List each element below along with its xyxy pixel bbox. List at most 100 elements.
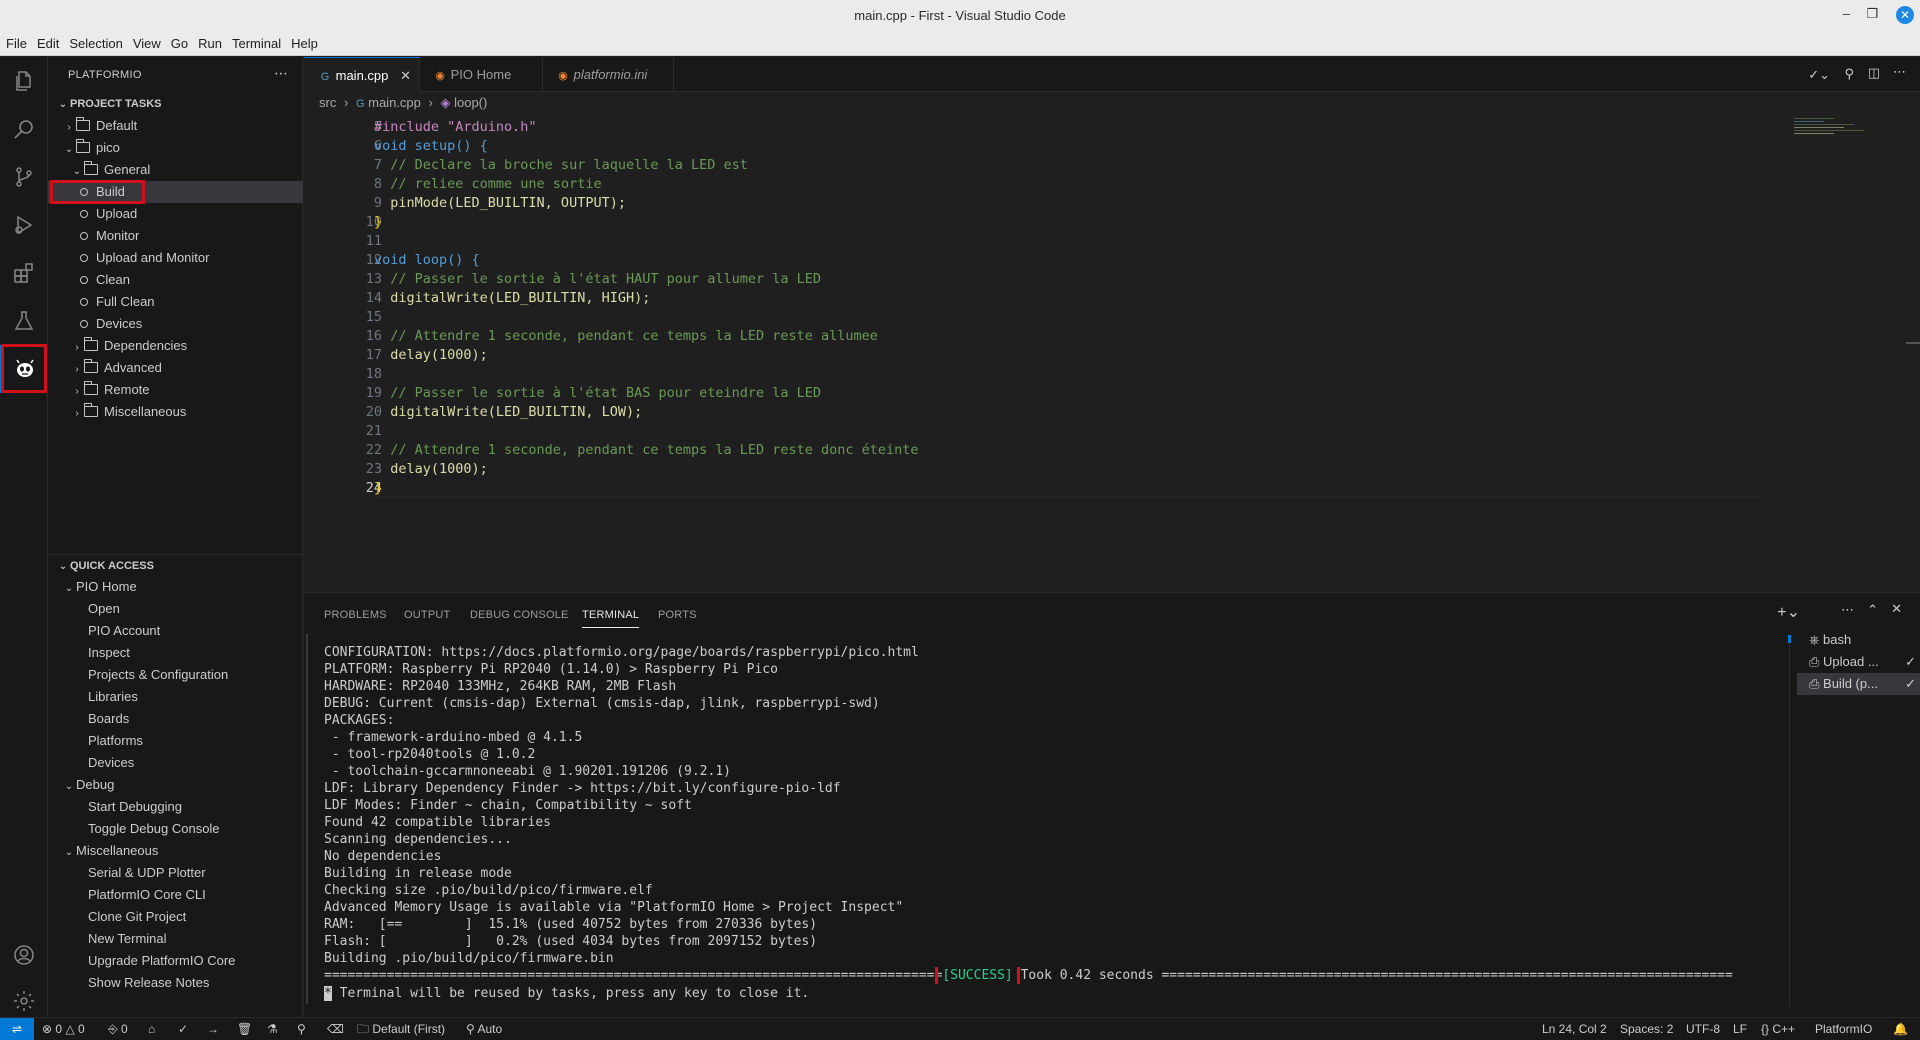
menu-edit[interactable]: Edit [31, 32, 63, 51]
editor-scrollbar[interactable] [1906, 342, 1920, 344]
minimap[interactable] [1794, 116, 1884, 156]
close-panel-icon[interactable]: ✕ [1891, 601, 1902, 617]
tree-item-upload-and-monitor[interactable]: Upload and Monitor [48, 247, 303, 269]
terminal-list-build[interactable]: ⎙ Build (p... ✓ [1797, 673, 1920, 695]
language-mode[interactable]: {} C++ [1761, 1018, 1795, 1040]
qa-boards[interactable]: Boards [48, 708, 303, 730]
qa-platformio-core-cli[interactable]: PlatformIO Core CLI [48, 884, 303, 906]
qa-serial-udp-plotter[interactable]: Serial & UDP Plotter [48, 862, 303, 884]
terminal-list-upload[interactable]: ⎙ Upload ... ✓ [1797, 651, 1920, 673]
restore-icon[interactable]: ❐ [1866, 6, 1878, 22]
terminal-icon: ⎙ [1809, 676, 1820, 691]
tree-item-advanced[interactable]: › Advanced [48, 357, 303, 379]
tree-item-monitor[interactable]: Monitor [48, 225, 303, 247]
qa-pio-home[interactable]: ⌄ PIO Home [48, 576, 303, 598]
qa-inspect[interactable]: Inspect [48, 642, 303, 664]
minimize-icon[interactable]: – [1843, 6, 1850, 21]
qa-new-terminal[interactable]: New Terminal [48, 928, 303, 950]
run-debug-icon[interactable] [0, 201, 48, 249]
account-icon[interactable] [0, 931, 48, 979]
code-editor[interactable]: 5 #include "Arduino.h" 6 void setup() { 7 … [304, 114, 1920, 592]
menu-selection[interactable]: Selection [63, 32, 126, 51]
pio-terminal-icon[interactable]: ⌫ [327, 1018, 344, 1040]
qa-devices[interactable]: Devices [48, 752, 303, 774]
split-editor-icon[interactable]: ◫ [1868, 65, 1880, 81]
problems-indicator[interactable]: ⊗ 0 △ 0 [42, 1018, 85, 1040]
tree-item-general[interactable]: ⌄ General [48, 159, 303, 181]
panel-more-icon[interactable]: ⋯ [1841, 602, 1854, 618]
qa-miscellaneous[interactable]: ⌄ Miscellaneous [48, 840, 303, 862]
tree-item-pico[interactable]: ⌄ pico [48, 137, 303, 159]
menu-help[interactable]: Help [285, 32, 322, 51]
pio-clean-trash-icon[interactable]: 🗑 [237, 1018, 252, 1040]
line-number: 14 [365, 290, 382, 306]
check-dropdown-icon[interactable]: ✓⌄ [1808, 67, 1830, 83]
pio-upload-arrow-icon[interactable]: → [207, 1018, 219, 1040]
platformio-status[interactable]: PlatformIO [1815, 1018, 1872, 1040]
pio-build-check-icon[interactable]: ✓ [178, 1018, 188, 1040]
menu-go[interactable]: Go [165, 32, 192, 51]
qa-toggle-debug-console[interactable]: Toggle Debug Console [48, 818, 303, 840]
qa-show-release-notes[interactable]: Show Release Notes [48, 972, 303, 994]
tree-item-clean[interactable]: Clean [48, 269, 303, 291]
ports-indicator[interactable]: ⎆ 0 [108, 1018, 128, 1040]
panel-tab-output[interactable]: OUTPUT [404, 609, 450, 621]
tree-item-dependencies[interactable]: › Dependencies [48, 335, 303, 357]
extensions-icon[interactable] [0, 249, 48, 297]
explorer-icon[interactable] [0, 57, 48, 105]
tree-item-devices[interactable]: Devices [48, 313, 303, 335]
more-actions-icon[interactable]: ⋯ [274, 65, 288, 82]
qa-clone-git-project[interactable]: Clone Git Project [48, 906, 303, 928]
pio-env-selector[interactable]: 🗀 Default (First) [357, 1018, 445, 1040]
qa-platforms[interactable]: Platforms [48, 730, 303, 752]
qa-projects-configuration[interactable]: Projects & Configuration [48, 664, 303, 686]
pio-home-icon[interactable]: ⌂ [148, 1018, 155, 1040]
tab-pio-home[interactable]: ◉ PIO Home [421, 57, 543, 92]
search-icon[interactable] [0, 105, 48, 153]
breadcrumb-main-cpp[interactable]: main.cpp [368, 95, 421, 110]
editor-more-icon[interactable]: ⋯ [1893, 64, 1906, 80]
encoding[interactable]: UTF-8 [1686, 1018, 1720, 1040]
panel-tab-debug-console[interactable]: DEBUG CONSOLE [470, 609, 569, 621]
tree-item-default[interactable]: › Default [48, 115, 303, 137]
testing-flask-icon[interactable] [0, 297, 48, 345]
source-control-icon[interactable] [0, 153, 48, 201]
menu-terminal[interactable]: Terminal [226, 32, 285, 51]
notifications-bell-icon[interactable]: 🔔 [1893, 1018, 1908, 1040]
cursor-position[interactable]: Ln 24, Col 2 [1542, 1018, 1607, 1040]
pio-serial-monitor-plug-icon[interactable]: ⚲ [297, 1018, 306, 1040]
tree-item-upload[interactable]: Upload [48, 203, 303, 225]
end-of-line[interactable]: LF [1733, 1018, 1747, 1040]
qa-open[interactable]: Open [48, 598, 303, 620]
tab-main-cpp[interactable]: G main.cpp ✕ [304, 57, 420, 92]
qa-upgrade-platformio-core[interactable]: Upgrade PlatformIO Core [48, 950, 303, 972]
tree-item-miscellaneous[interactable]: › Miscellaneous [48, 401, 303, 423]
close-tab-icon[interactable]: ✕ [400, 58, 411, 93]
tree-item-full-clean[interactable]: Full Clean [48, 291, 303, 313]
section-quick-access[interactable]: ⌄ QUICK ACCESS [48, 554, 303, 576]
pio-port-auto[interactable]: ⚲ Auto [466, 1018, 502, 1040]
maximize-panel-icon[interactable]: ⌃ [1867, 602, 1878, 618]
remote-indicator-icon[interactable]: ⇌ [0, 1018, 34, 1040]
terminal-list-bash[interactable]: ⎈ bash [1797, 629, 1920, 651]
qa-pio-account[interactable]: PIO Account [48, 620, 303, 642]
pin-icon[interactable]: ⚲ [1844, 66, 1854, 82]
tree-item-remote[interactable]: › Remote [48, 379, 303, 401]
qa-libraries[interactable]: Libraries [48, 686, 303, 708]
tab-platformio-ini[interactable]: ◉ platformio.ini [544, 57, 674, 92]
qa-start-debugging[interactable]: Start Debugging [48, 796, 303, 818]
breadcrumb-loop[interactable]: loop() [454, 95, 487, 110]
new-terminal-plus-icon[interactable]: +⌄ [1777, 602, 1800, 622]
qa-debug[interactable]: ⌄ Debug [48, 774, 303, 796]
panel-tab-ports[interactable]: PORTS [658, 609, 697, 621]
pio-test-flask-icon[interactable]: ⚗ [267, 1018, 278, 1040]
menu-view[interactable]: View [127, 32, 165, 51]
panel-tab-problems[interactable]: PROBLEMS [324, 609, 387, 621]
menu-file[interactable]: File [0, 32, 31, 51]
close-window-icon[interactable]: ✕ [1896, 6, 1914, 24]
menu-run[interactable]: Run [192, 32, 226, 51]
panel-tab-terminal[interactable]: TERMINAL [582, 609, 640, 628]
section-project-tasks[interactable]: ⌄ PROJECT TASKS [48, 93, 303, 115]
indentation[interactable]: Spaces: 2 [1620, 1018, 1673, 1040]
breadcrumb-src[interactable]: src [319, 95, 336, 110]
